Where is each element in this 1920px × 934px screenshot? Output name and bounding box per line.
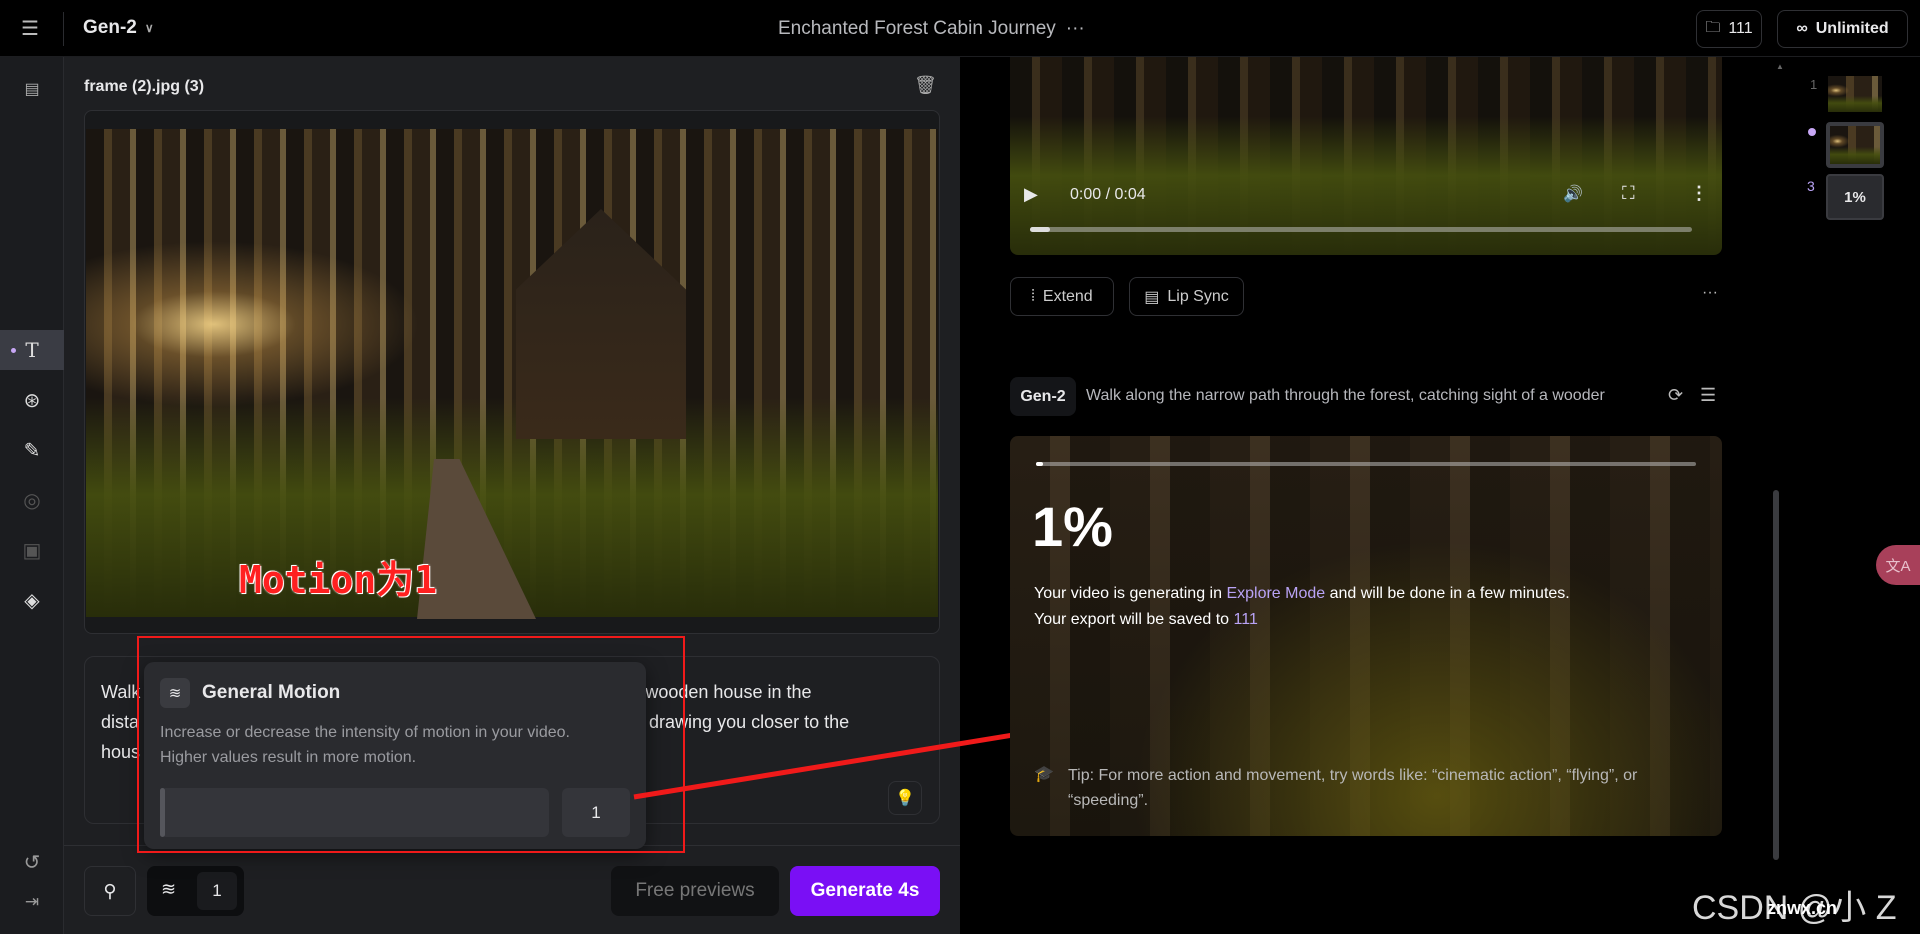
thumbnail-number: 1	[1810, 77, 1818, 92]
status-text: Your video is generating in	[1034, 585, 1227, 602]
generation-progress	[1036, 462, 1696, 466]
generation-prompt: Walk along the narrow path through the f…	[1086, 387, 1605, 404]
graduation-cap-icon: 🎓	[1034, 766, 1054, 783]
fullscreen-icon[interactable]: ⛶	[1622, 183, 1635, 204]
thumbnail-2[interactable]	[1826, 122, 1884, 168]
thumbnail-number: 3	[1807, 178, 1815, 194]
watermark-site: znwx.cn	[1767, 898, 1838, 918]
extend-button[interactable]: ⦙ Extend	[1010, 277, 1114, 316]
lip-sync-button[interactable]: ▤ Lip Sync	[1129, 277, 1244, 316]
extend-label: Extend	[1042, 287, 1093, 305]
extend-icon: ⦙	[1031, 287, 1035, 305]
list-icon[interactable]: ☰	[1700, 385, 1716, 406]
video-progress-fill	[1030, 227, 1050, 232]
scrollbar[interactable]	[1773, 490, 1779, 860]
status-text: and will be done in a few minutes.	[1325, 585, 1570, 602]
play-icon[interactable]: ▶	[1024, 184, 1038, 205]
status-text: Your export will be saved to	[1034, 611, 1234, 628]
refresh-icon[interactable]: ⟳	[1668, 385, 1683, 406]
model-badge: Gen-2	[1010, 377, 1076, 416]
tip-text: “speeding”.	[1068, 792, 1149, 809]
video-player[interactable]: ▶ 0:00 / 0:04 🔊 ⛶ ⋮	[1010, 57, 1722, 255]
tip-text: Tip: For more action and movement, try w…	[1068, 767, 1638, 784]
explore-mode-link[interactable]: Explore Mode	[1226, 585, 1325, 602]
more-vertical-icon[interactable]: ⋮	[1690, 183, 1708, 204]
thumbnail-1[interactable]	[1828, 76, 1882, 112]
lip-sync-label: Lip Sync	[1167, 287, 1229, 305]
more-icon[interactable]: ···	[1702, 284, 1718, 302]
thumbnail-3[interactable]: 1%	[1826, 174, 1884, 220]
video-progress[interactable]	[1030, 227, 1692, 232]
generation-percent: 1%	[1032, 495, 1113, 558]
folder-link[interactable]: 111	[1234, 611, 1258, 628]
generation-card: 1% Your video is generating in Explore M…	[1010, 436, 1722, 836]
translate-icon[interactable]: 文A	[1876, 545, 1920, 585]
volume-icon[interactable]: 🔊	[1563, 184, 1583, 204]
scroll-up-icon[interactable]: ▲	[1776, 62, 1784, 71]
lip-sync-icon: ▤	[1144, 288, 1160, 306]
active-dot	[1808, 128, 1816, 136]
video-time: 0:00 / 0:04	[1070, 186, 1146, 203]
generation-progress-fill	[1036, 462, 1043, 466]
